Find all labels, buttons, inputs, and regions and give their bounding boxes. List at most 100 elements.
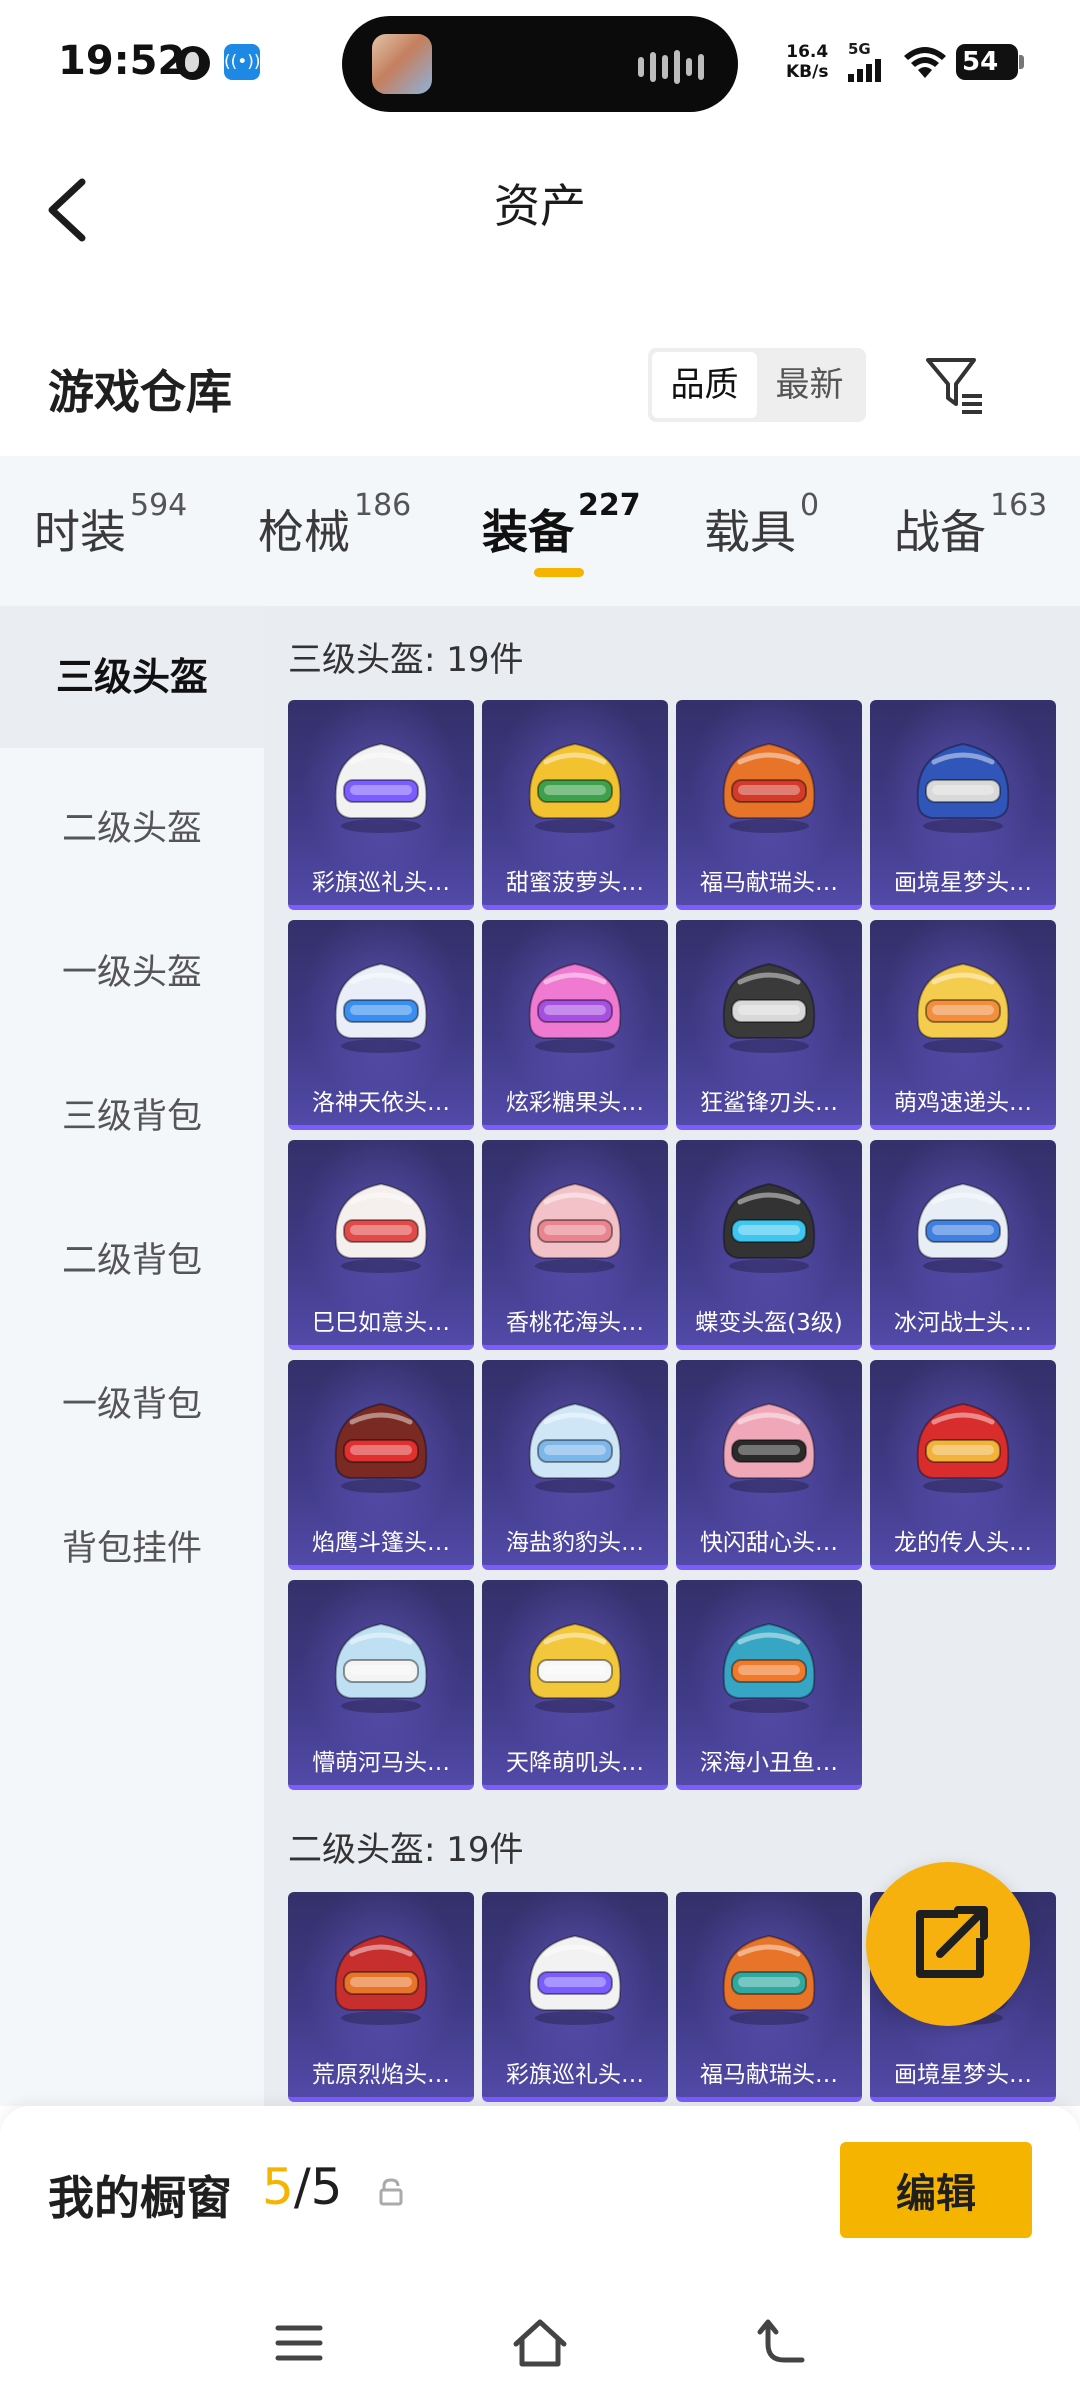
item-card[interactable]: 彩旗巡礼头… bbox=[288, 700, 474, 910]
item-name: 深海小丑鱼… bbox=[700, 1750, 838, 1776]
item-name: 洛神天依头… bbox=[312, 1090, 450, 1116]
helmet-icon bbox=[334, 1934, 428, 2025]
item-card[interactable]: 福马献瑞头… bbox=[676, 1892, 862, 2102]
sort-toggle: 品质 最新 bbox=[648, 348, 866, 422]
section-title: 二级头盔: 19件 bbox=[288, 1830, 524, 1870]
helmet-icon bbox=[334, 1182, 428, 1273]
showcase-bar: 我的橱窗 5/5 编辑 bbox=[0, 2106, 1080, 2286]
item-card[interactable]: 懵萌河马头… bbox=[288, 1580, 474, 1790]
sidebar-item-level2-backpack[interactable]: 二级背包 bbox=[0, 1232, 264, 1283]
helmet-icon bbox=[528, 1622, 622, 1713]
item-card[interactable]: 狂鲨锋刃头… bbox=[676, 920, 862, 1130]
helmet-icon bbox=[334, 1622, 428, 1713]
item-name: 快闪甜心头… bbox=[700, 1530, 838, 1556]
item-name: 画境星梦头… bbox=[894, 870, 1032, 896]
helmet-icon bbox=[334, 742, 428, 833]
sidebar-item-level1-backpack[interactable]: 一级背包 bbox=[0, 1376, 264, 1427]
item-name: 荒原烈焰头… bbox=[312, 2062, 450, 2088]
helmet-icon bbox=[528, 1402, 622, 1493]
sort-option-latest[interactable]: 最新 bbox=[757, 352, 862, 418]
item-card[interactable]: 巳巳如意头… bbox=[288, 1140, 474, 1350]
sidebar: 三级头盔 二级头盔 一级头盔 三级背包 二级背包 一级背包 背包挂件 bbox=[0, 606, 264, 2106]
item-name: 画境星梦头… bbox=[894, 2062, 1032, 2088]
media-thumbnail bbox=[372, 34, 432, 94]
item-card[interactable]: 天降萌叽头… bbox=[482, 1580, 668, 1790]
tab-supplies[interactable]: 战备 163 bbox=[894, 488, 1047, 562]
status-time: 19:52 bbox=[58, 38, 186, 84]
dynamic-island[interactable] bbox=[342, 16, 738, 112]
helmet-icon bbox=[722, 1182, 816, 1273]
home-icon[interactable] bbox=[510, 2316, 570, 2370]
wifi-icon bbox=[904, 47, 946, 78]
item-name: 海盐豹豹头… bbox=[506, 1530, 644, 1556]
back-icon[interactable] bbox=[754, 2316, 808, 2370]
page-title: 资产 bbox=[494, 179, 586, 233]
item-card[interactable]: 蝶变头盔(3级) bbox=[676, 1140, 862, 1350]
item-card[interactable]: 彩旗巡礼头… bbox=[482, 1892, 668, 2102]
sidebar-item-level3-helmet[interactable]: 三级头盔 bbox=[0, 606, 264, 748]
showcase-label: 我的橱窗 bbox=[48, 2171, 232, 2225]
item-card[interactable]: 福马献瑞头… bbox=[676, 700, 862, 910]
helmet-icon bbox=[722, 962, 816, 1053]
item-card[interactable]: 洛神天依头… bbox=[288, 920, 474, 1130]
helmet-icon bbox=[916, 1402, 1010, 1493]
helmet-icon bbox=[722, 1622, 816, 1713]
sidebar-item-backpack-pendant[interactable]: 背包挂件 bbox=[0, 1520, 264, 1571]
radar-icon: ((•)) bbox=[224, 44, 261, 80]
sidebar-item-level3-backpack[interactable]: 三级背包 bbox=[0, 1088, 264, 1139]
item-name: 福马献瑞头… bbox=[700, 870, 838, 896]
helmet-icon bbox=[334, 1402, 428, 1493]
share-external-icon bbox=[916, 1906, 988, 1978]
filter-icon[interactable] bbox=[922, 352, 988, 418]
helmet-icon bbox=[722, 1402, 816, 1493]
item-name: 狂鲨锋刃头… bbox=[700, 1090, 838, 1116]
item-name: 萌鸡速递头… bbox=[894, 1090, 1032, 1116]
item-name: 懵萌河马头… bbox=[312, 1750, 450, 1776]
item-card[interactable]: 甜蜜菠萝头… bbox=[482, 700, 668, 910]
showcase-count: 5/5 bbox=[262, 2158, 343, 2216]
network-speed: 16.4 KB/s bbox=[786, 42, 829, 82]
item-card[interactable]: 深海小丑鱼… bbox=[676, 1580, 862, 1790]
tab-weapons[interactable]: 枪械 186 bbox=[258, 488, 411, 562]
helmet-icon bbox=[528, 962, 622, 1053]
top-nav: 资产 bbox=[0, 130, 1080, 270]
signal-icon: 5G bbox=[846, 40, 890, 84]
item-name: 蝶变头盔(3级) bbox=[695, 1310, 843, 1336]
item-name: 彩旗巡礼头… bbox=[506, 2062, 644, 2088]
item-card[interactable]: 炫彩糖果头… bbox=[482, 920, 668, 1130]
tab-equipment[interactable]: 装备 227 bbox=[482, 488, 641, 562]
helmet-icon bbox=[916, 962, 1010, 1053]
menu-icon[interactable] bbox=[272, 2316, 326, 2370]
section-title: 三级头盔: 19件 bbox=[288, 640, 524, 680]
item-name: 巳巳如意头… bbox=[312, 1310, 450, 1336]
item-name: 冰河战士头… bbox=[894, 1310, 1032, 1336]
lock-icon[interactable] bbox=[378, 2178, 404, 2206]
item-card[interactable]: 香桃花海头… bbox=[482, 1140, 668, 1350]
sort-option-quality[interactable]: 品质 bbox=[652, 352, 757, 418]
item-card[interactable]: 荒原烈焰头… bbox=[288, 1892, 474, 2102]
sidebar-item-level1-helmet[interactable]: 一级头盔 bbox=[0, 944, 264, 995]
tab-fashion[interactable]: 时装 594 bbox=[34, 488, 187, 562]
item-card[interactable]: 画境星梦头… bbox=[870, 700, 1056, 910]
category-tabs: 时装 594 枪械 186 装备 227 载具 0 战备 163 bbox=[0, 456, 1080, 606]
battery-icon: 54 bbox=[956, 44, 1024, 80]
item-grid: 彩旗巡礼头… 甜蜜菠萝头… 福马献瑞头… 画境星梦头… 洛神天依头… 炫彩糖果头… 狂鲨锋刃… bbox=[288, 700, 1056, 1790]
audio-wave-icon bbox=[638, 50, 704, 84]
item-card[interactable]: 冰河战士头… bbox=[870, 1140, 1056, 1350]
share-button[interactable] bbox=[866, 1862, 1030, 2026]
tab-vehicles[interactable]: 载具 0 bbox=[704, 488, 819, 562]
edit-button[interactable]: 编辑 bbox=[840, 2142, 1032, 2238]
status-bar: 19:52 ((•)) 16.4 KB/s 5G 54 bbox=[0, 0, 1080, 130]
item-card[interactable]: 焰鹰斗篷头… bbox=[288, 1360, 474, 1570]
sidebar-item-level2-helmet[interactable]: 二级头盔 bbox=[0, 800, 264, 851]
item-card[interactable]: 龙的传人头… bbox=[870, 1360, 1056, 1570]
item-card[interactable]: 海盐豹豹头… bbox=[482, 1360, 668, 1570]
helmet-icon bbox=[528, 742, 622, 833]
item-name: 甜蜜菠萝头… bbox=[506, 870, 644, 896]
system-nav-bar bbox=[0, 2286, 1080, 2400]
item-name: 龙的传人头… bbox=[894, 1530, 1032, 1556]
helmet-icon bbox=[722, 1934, 816, 2025]
helmet-icon bbox=[528, 1934, 622, 2025]
item-card[interactable]: 快闪甜心头… bbox=[676, 1360, 862, 1570]
item-card[interactable]: 萌鸡速递头… bbox=[870, 920, 1056, 1130]
